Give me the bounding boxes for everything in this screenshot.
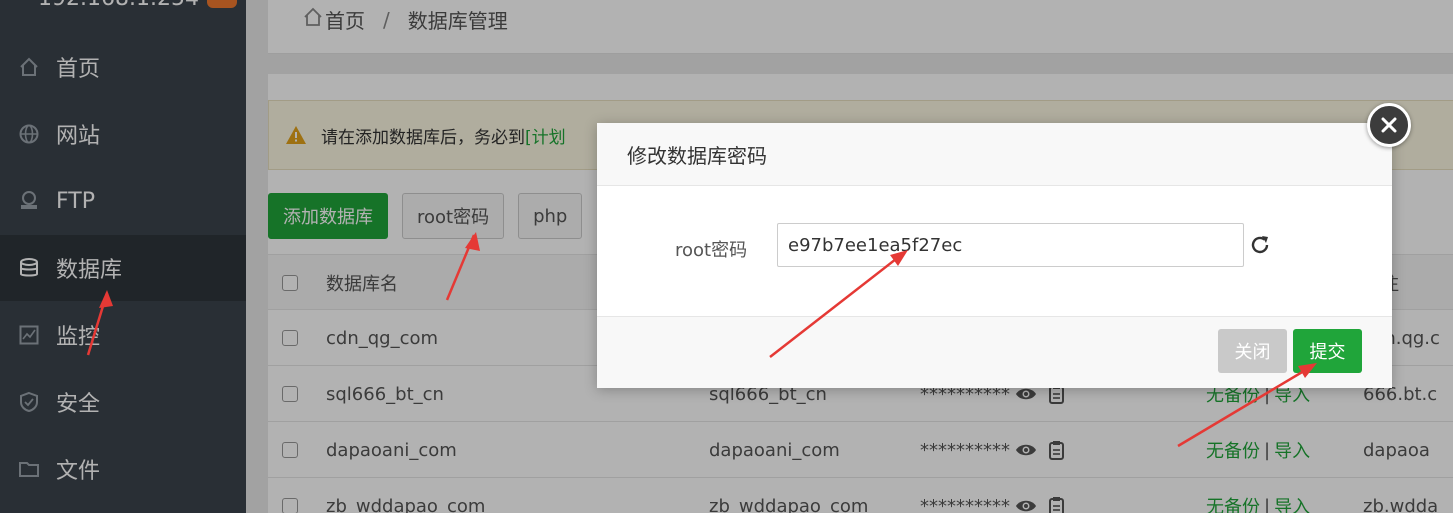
dialog-body: root密码 [597,186,1392,337]
refresh-icon[interactable] [1249,234,1271,256]
close-icon[interactable] [1367,103,1411,147]
root-password-input[interactable] [777,223,1244,267]
root-password-label: root密码 [675,240,748,261]
submit-button[interactable]: 提交 [1293,329,1362,373]
close-button[interactable]: 关闭 [1218,329,1287,373]
dialog-title: 修改数据库密码 [597,123,1392,186]
dialog-footer: 关闭 提交 [597,316,1392,388]
change-password-dialog: 修改数据库密码 root密码 关闭 提交 [597,123,1392,388]
